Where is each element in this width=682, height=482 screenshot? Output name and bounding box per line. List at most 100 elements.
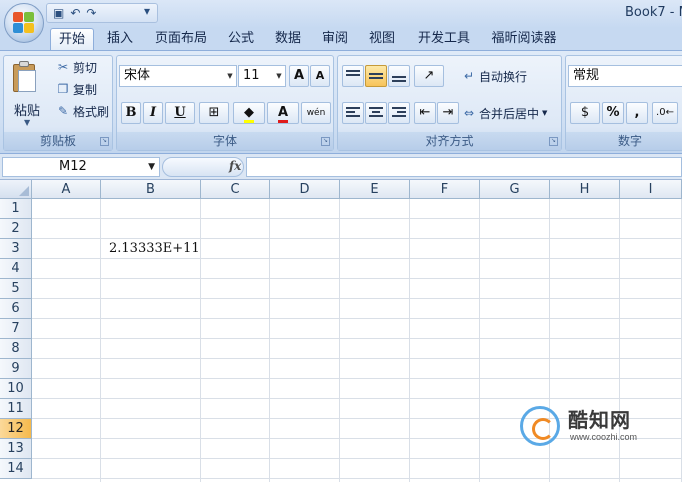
borders-icon: ⊞: [208, 105, 220, 120]
select-all-button[interactable]: [0, 180, 32, 199]
column-header-b[interactable]: B: [101, 180, 201, 199]
paste-button[interactable]: 粘贴: [14, 100, 40, 119]
row-header-3[interactable]: 3: [0, 239, 32, 259]
column-gridline: [269, 199, 270, 482]
grow-font-button[interactable]: A: [289, 65, 309, 87]
save-icon[interactable]: ▣: [53, 6, 64, 20]
row-gridline: [32, 398, 682, 399]
underline-button[interactable]: U: [165, 102, 195, 124]
align-left-button[interactable]: [342, 102, 364, 124]
paste-icon[interactable]: [10, 60, 40, 94]
paint-bucket-icon: ◆: [244, 105, 254, 123]
copy-icon: ❐: [57, 82, 69, 96]
row-header-6[interactable]: 6: [0, 299, 32, 319]
redo-icon[interactable]: ↷: [86, 6, 96, 20]
fill-color-button[interactable]: ◆: [233, 102, 265, 124]
chevron-down-icon[interactable]: ▼: [148, 158, 155, 176]
row-header-1[interactable]: 1: [0, 199, 32, 219]
row-header-2[interactable]: 2: [0, 219, 32, 239]
increase-indent-icon: ⇥: [442, 105, 454, 120]
tab-developer[interactable]: 开发工具: [410, 28, 478, 50]
name-box[interactable]: M12 ▼: [2, 157, 160, 177]
column-header-e[interactable]: E: [340, 180, 410, 199]
bold-button[interactable]: B: [121, 102, 141, 124]
clipboard-group-label: 剪贴板: [4, 132, 112, 150]
align-top-button[interactable]: [342, 65, 364, 87]
tab-view[interactable]: 视图: [362, 28, 402, 50]
row-header-7[interactable]: 7: [0, 319, 32, 339]
title-bar: ▣ ↶ ↷ ▾ Book7 - M: [0, 0, 682, 28]
row-header-9[interactable]: 9: [0, 359, 32, 379]
paste-dropdown-icon[interactable]: ▼: [24, 118, 30, 127]
tab-home[interactable]: 开始: [50, 28, 94, 50]
borders-button[interactable]: ⊞: [199, 102, 229, 124]
ribbon-tabs: 开始 插入 页面布局 公式 数据 审阅 视图 开发工具 福昕阅读器: [0, 28, 682, 50]
align-center-button[interactable]: [365, 102, 387, 124]
phonetic-guide-button[interactable]: wén: [301, 102, 331, 124]
font-group: 宋体 ▼ 11 ▼ A A B I U ⊞ ◆ A wén 字体 ↘: [116, 55, 334, 151]
row-gridline: [32, 278, 682, 279]
percent-style-button[interactable]: %: [602, 102, 624, 124]
row-header-14[interactable]: 14: [0, 459, 32, 479]
office-button[interactable]: [4, 3, 44, 43]
row-gridline: [32, 478, 682, 479]
column-header-a[interactable]: A: [32, 180, 101, 199]
chevron-down-icon: ▼: [276, 72, 282, 80]
increase-decimal-icon: .0←: [656, 107, 674, 118]
shrink-font-button[interactable]: A: [310, 65, 330, 87]
row-header-8[interactable]: 8: [0, 339, 32, 359]
align-right-button[interactable]: [388, 102, 410, 124]
decrease-indent-button[interactable]: ⇤: [414, 102, 436, 124]
row-header-4[interactable]: 4: [0, 259, 32, 279]
tab-page-layout[interactable]: 页面布局: [148, 28, 214, 50]
column-header-i[interactable]: I: [620, 180, 682, 199]
font-name-select[interactable]: 宋体 ▼: [119, 65, 237, 87]
tab-review[interactable]: 审阅: [315, 28, 355, 50]
qat-customize-button[interactable]: ▾: [144, 4, 150, 18]
align-bottom-icon: [392, 70, 406, 82]
orientation-button[interactable]: ↗: [414, 65, 444, 87]
cell-b3[interactable]: 2.13333E+11: [109, 241, 200, 256]
format-painter-button[interactable]: ✎ 格式刷: [56, 102, 109, 120]
currency-icon: $: [580, 105, 590, 120]
undo-icon[interactable]: ↶: [70, 6, 80, 20]
alignment-launcher-icon[interactable]: ↘: [549, 137, 558, 146]
column-header-f[interactable]: F: [410, 180, 480, 199]
tab-data[interactable]: 数据: [268, 28, 308, 50]
column-header-d[interactable]: D: [270, 180, 340, 199]
align-middle-button[interactable]: [365, 65, 387, 87]
align-bottom-button[interactable]: [388, 65, 410, 87]
row-header-5[interactable]: 5: [0, 279, 32, 299]
merge-center-button[interactable]: ⇔ 合并后居中 ▼: [462, 104, 547, 122]
cut-button[interactable]: ✂ 剪切: [56, 58, 97, 76]
row-header-12[interactable]: 12: [0, 419, 32, 439]
office-logo-icon: [13, 12, 35, 34]
italic-button[interactable]: I: [143, 102, 163, 124]
row-header-10[interactable]: 10: [0, 379, 32, 399]
row-header-13[interactable]: 13: [0, 439, 32, 459]
comma-style-button[interactable]: ,: [626, 102, 648, 124]
tab-insert[interactable]: 插入: [100, 28, 140, 50]
number-format-select[interactable]: 常规: [568, 65, 682, 87]
clipboard-launcher-icon[interactable]: ↘: [100, 137, 109, 146]
font-color-button[interactable]: A: [267, 102, 299, 124]
increase-decimal-button[interactable]: .0←: [652, 102, 678, 124]
accounting-format-button[interactable]: $: [570, 102, 600, 124]
align-middle-icon: [369, 70, 383, 82]
row-header-11[interactable]: 11: [0, 399, 32, 419]
column-gridline: [200, 199, 201, 482]
column-header-c[interactable]: C: [201, 180, 270, 199]
insert-function-button[interactable]: fx: [229, 159, 241, 173]
wrap-text-button[interactable]: ↵ 自动换行: [462, 67, 527, 85]
increase-indent-button[interactable]: ⇥: [437, 102, 459, 124]
font-size-select[interactable]: 11 ▼: [238, 65, 286, 87]
column-header-h[interactable]: H: [550, 180, 620, 199]
column-header-g[interactable]: G: [480, 180, 550, 199]
row-gridline: [32, 218, 682, 219]
font-launcher-icon[interactable]: ↘: [321, 137, 330, 146]
tab-formulas[interactable]: 公式: [222, 28, 260, 50]
formula-input[interactable]: [246, 157, 682, 177]
copy-button[interactable]: ❐ 复制: [56, 80, 97, 98]
tab-foxit-reader[interactable]: 福昕阅读器: [484, 28, 564, 50]
watermark-url: www.coozhi.com: [570, 432, 638, 442]
